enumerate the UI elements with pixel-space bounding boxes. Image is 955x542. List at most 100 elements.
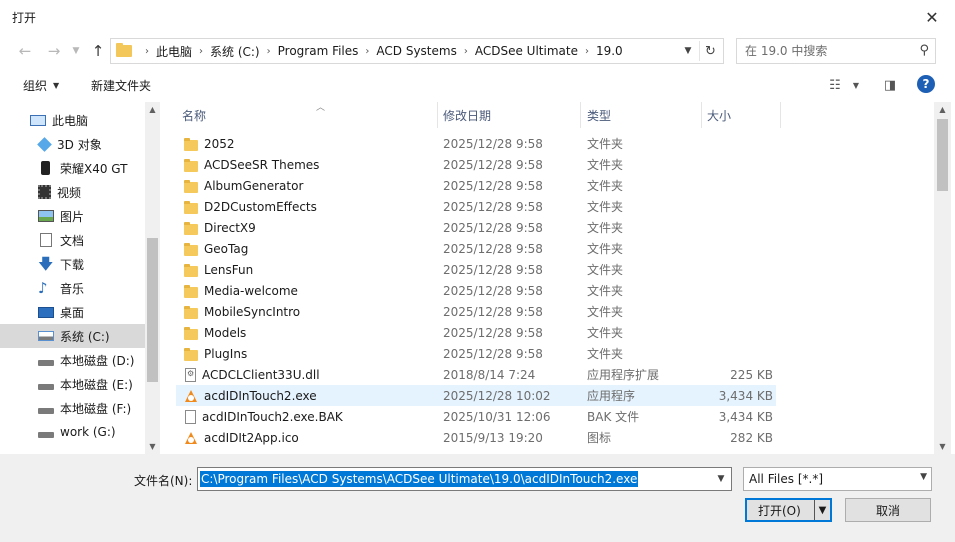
sidebar-item[interactable]: 3D 对象 [0,132,145,156]
open-button[interactable]: 打开(O) ▼ [745,498,832,522]
file-row[interactable]: 2052 2025/12/28 9:58 文件夹 [176,133,776,154]
address-bar[interactable]: › 此电脑 › 系统 (C:) › Program Files › ACD Sy… [110,38,724,64]
organize-button[interactable]: 组织 ▼ [23,77,59,94]
file-row[interactable]: LensFun 2025/12/28 9:58 文件夹 [176,259,776,280]
file-row[interactable]: ACDSeeSR Themes 2025/12/28 9:58 文件夹 [176,154,776,175]
file-name-cell: DirectX9 [184,217,256,238]
chevron-right-icon[interactable]: › [199,46,203,57]
sidebar-item[interactable]: 系统 (C:) [0,324,145,348]
sidebar-item[interactable]: 本地磁盘 (E:) [0,372,145,396]
folder-icon [116,43,132,57]
refresh-icon: ↻ [705,43,716,59]
file-row[interactable]: ACDCLClient33U.dll 2018/8/14 7:24 应用程序扩展 22… [176,364,776,385]
file-row[interactable]: D2DCustomEffects 2025/12/28 9:58 文件夹 [176,196,776,217]
view-options-button[interactable]: ☷ [826,76,844,94]
sidebar-item[interactable]: 视频 [0,180,145,204]
breadcrumb-item[interactable]: 此电脑 [156,43,192,60]
breadcrumb-item[interactable]: 19.0 [596,44,623,58]
file-date: 2025/12/28 10:02 [443,388,551,403]
column-divider[interactable] [701,102,702,128]
file-row[interactable]: MobileSyncIntro 2025/12/28 9:58 文件夹 [176,301,776,322]
scrollbar-thumb[interactable] [937,119,948,191]
sidebar-item[interactable]: 此电脑 [0,108,145,132]
drive-icon [38,384,54,390]
sidebar-item[interactable]: 本地磁盘 (F:) [0,396,145,420]
navigation-scrollbar[interactable]: ▲ ▼ [145,102,160,454]
chevron-right-icon[interactable]: › [464,46,468,57]
sidebar-item[interactable]: 荣耀X40 GT [0,156,145,180]
file-size: 3,434 KB [718,409,773,424]
breadcrumb-item[interactable]: ACD Systems [376,44,456,58]
new-folder-button[interactable]: 新建文件夹 [91,77,151,94]
sidebar-item[interactable]: work (G:) [0,420,145,444]
refresh-button[interactable]: ↻ [699,41,721,61]
scroll-up-arrow[interactable]: ▲ [145,102,160,117]
file-row[interactable]: Models 2025/12/28 9:58 文件夹 [176,322,776,343]
column-divider[interactable] [580,102,581,128]
sidebar-item[interactable]: 文档 [0,228,145,252]
up-button[interactable]: ↑ [87,41,109,61]
acdsee-app-icon [184,431,198,445]
breadcrumb-item[interactable]: ACDSee Ultimate [475,44,578,58]
address-dropdown-button[interactable]: ▼ [679,42,697,60]
file-row[interactable]: PlugIns 2025/12/28 9:58 文件夹 [176,343,776,364]
preview-pane-button[interactable]: ◨ [881,76,899,94]
scrollbar-thumb[interactable] [147,238,158,382]
file-row[interactable]: Media-welcome 2025/12/28 9:58 文件夹 [176,280,776,301]
file-name-cell: ACDSeeSR Themes [184,154,319,175]
cancel-button[interactable]: 取消 [845,498,931,522]
sidebar-item[interactable]: 桌面 [0,300,145,324]
file-row[interactable]: GeoTag 2025/12/28 9:58 文件夹 [176,238,776,259]
download-icon: 🡇 [38,255,54,273]
help-button[interactable]: ? [917,75,935,93]
folder-icon [184,137,198,151]
file-list-scrollbar[interactable]: ▲ ▼ [934,102,951,454]
back-button[interactable]: ← [14,41,36,61]
scroll-down-arrow[interactable]: ▼ [145,439,160,454]
close-button[interactable]: ✕ [909,0,955,34]
scroll-down-arrow[interactable]: ▼ [934,439,951,454]
column-divider[interactable] [437,102,438,128]
file-type: 文件夹 [587,326,624,340]
search-input[interactable] [737,44,907,58]
breadcrumb-item[interactable]: Program Files [278,44,359,58]
search-icon[interactable]: ⚲ [919,43,929,58]
file-name: MobileSyncIntro [204,304,301,319]
sort-ascending-icon: ︿ [316,103,326,113]
sidebar-item[interactable]: ♪ 音乐 [0,276,145,300]
chevron-right-icon[interactable]: › [267,46,271,57]
file-name-cell: acdIDInTouch2.exe [184,385,317,406]
column-header-size[interactable]: 大小 [707,102,779,128]
forward-button[interactable]: → [43,41,65,61]
file-row[interactable]: acdIDInTouch2.exe.BAK 2025/10/31 12:06 BAK… [176,406,776,427]
scroll-up-arrow[interactable]: ▲ [934,102,951,117]
file-row[interactable]: acdIDInTouch2.exe 2025/12/28 10:02 应用程序 3,4… [176,385,776,406]
file-row[interactable]: DirectX9 2025/12/28 9:58 文件夹 [176,217,776,238]
folder-icon [184,263,198,277]
breadcrumb-item[interactable]: 系统 (C:) [210,43,260,60]
filename-value[interactable]: C:\Program Files\ACD Systems\ACDSee Ulti… [200,471,639,487]
column-header-date[interactable]: 修改日期 [443,102,581,128]
chevron-right-icon[interactable]: › [365,46,369,57]
filetype-select[interactable]: All Files [*.*] ▼ [743,467,932,491]
filename-input[interactable]: C:\Program Files\ACD Systems\ACDSee Ulti… [197,467,732,491]
chevron-down-icon[interactable]: ▼ [713,471,729,487]
navigation-pane: 此电脑 3D 对象 荣耀X40 GT 视频 图片 文档 🡇 下载 ♪ 音乐 桌面 系统 (C:) 本地磁… [0,102,160,454]
recent-locations-button[interactable]: ▼ [65,41,87,61]
view-dropdown-button[interactable]: ▼ [850,76,862,94]
column-header-name[interactable]: 名称 ︿ [182,102,440,128]
chevron-right-icon[interactable]: › [585,46,589,57]
sidebar-item[interactable]: 图片 [0,204,145,228]
file-row[interactable]: AlbumGenerator 2025/12/28 9:58 文件夹 [176,175,776,196]
folder-icon [184,326,198,340]
file-row[interactable]: acdIDIt2App.ico 2015/9/13 19:20 图标 282 KB [176,427,776,448]
sidebar-item[interactable]: 🡇 下载 [0,252,145,276]
file-name-cell: acdIDInTouch2.exe.BAK [184,406,343,427]
title-bar: 打开 ✕ [0,0,955,34]
open-options-button[interactable]: ▼ [814,500,830,520]
column-header-type[interactable]: 类型 [587,102,702,128]
sidebar-item[interactable]: 本地磁盘 (D:) [0,348,145,372]
file-name: DirectX9 [204,220,256,235]
column-divider[interactable] [780,102,781,128]
file-name: PlugIns [204,346,248,361]
